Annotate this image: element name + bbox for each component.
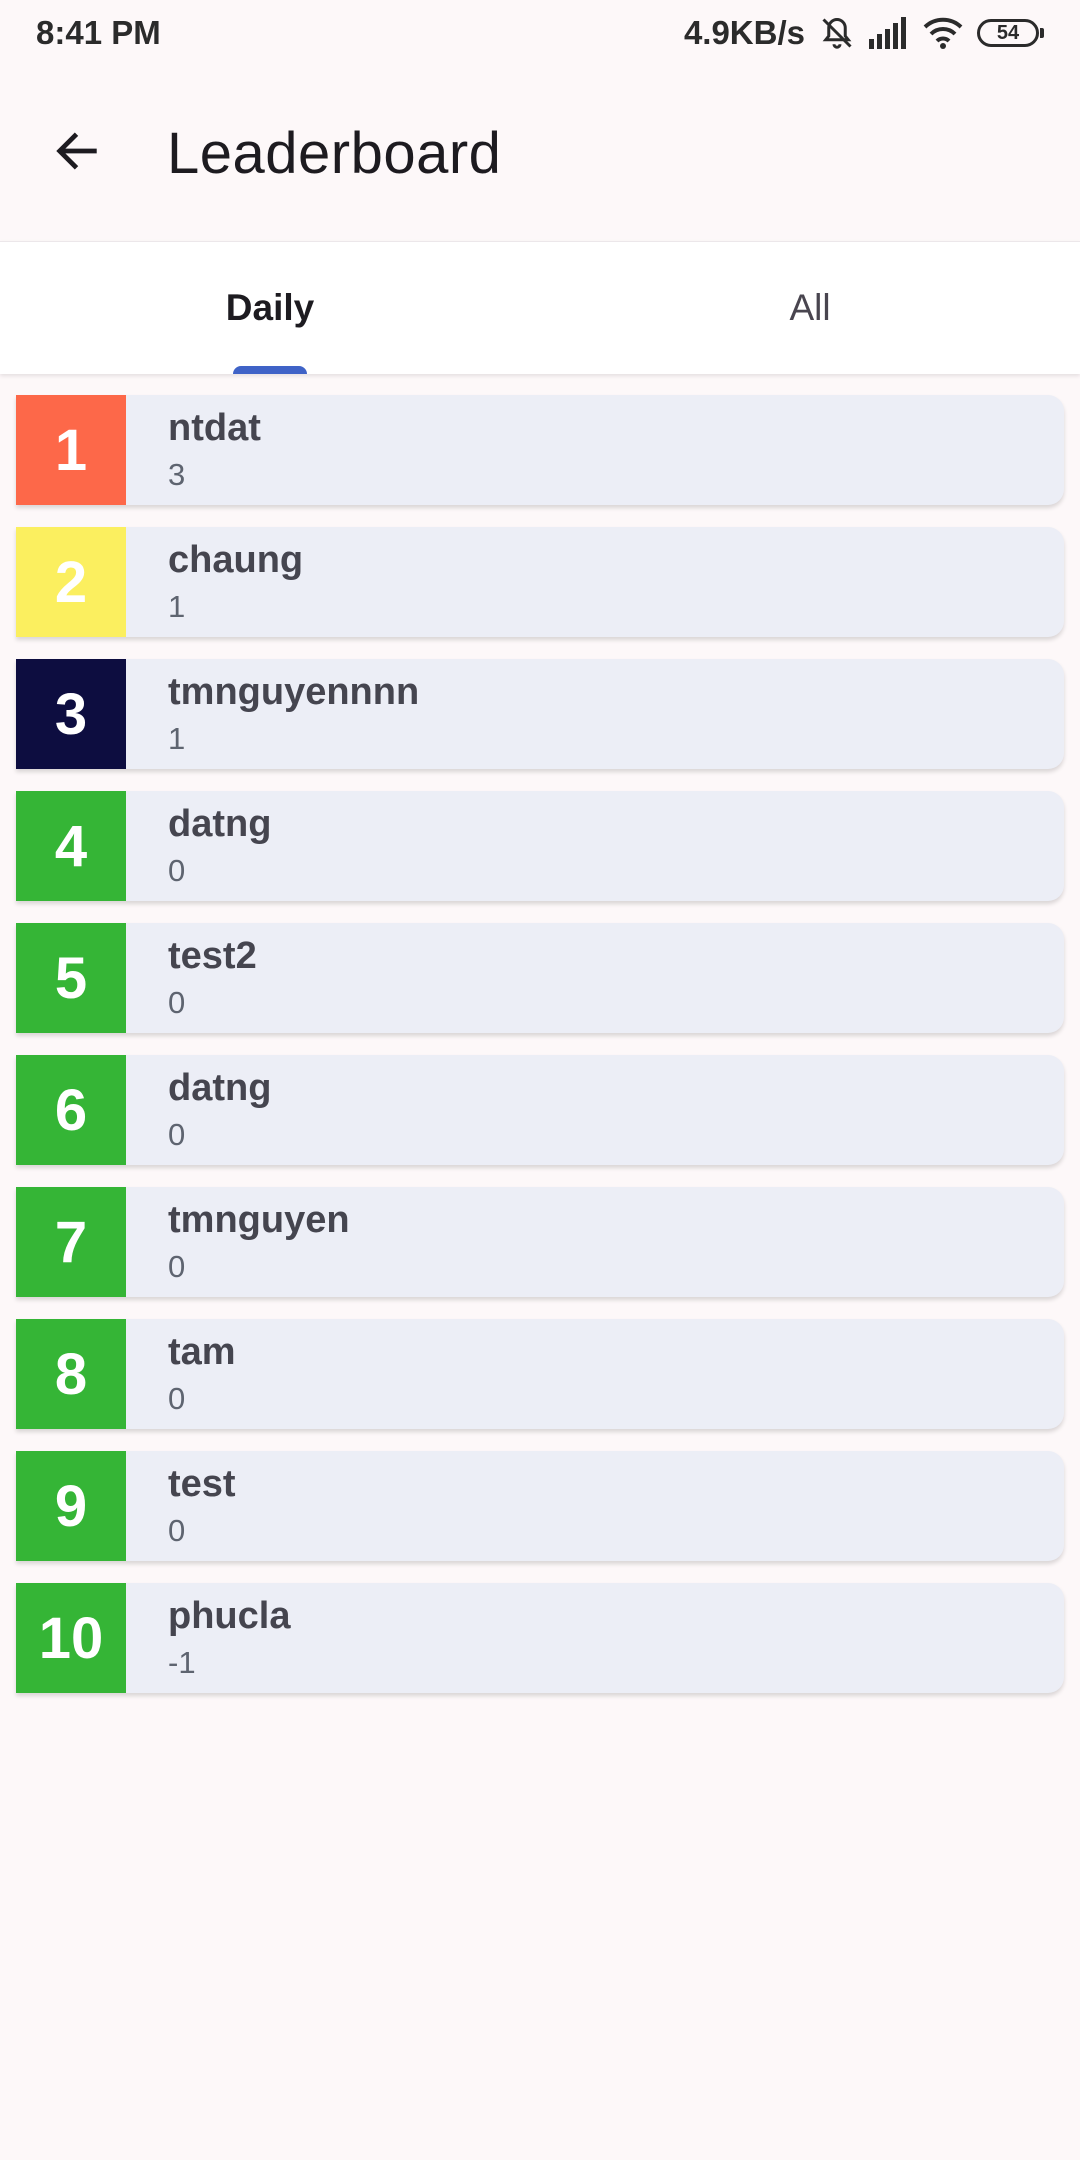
status-bar: 8:41 PM 4.9KB/s 54 <box>0 0 1080 66</box>
player-info: tmnguyen 0 <box>126 1187 350 1297</box>
player-info: ntdat 3 <box>126 395 261 505</box>
leaderboard-row[interactable]: 8 tam 0 <box>16 1319 1064 1429</box>
leaderboard-row[interactable]: 3 tmnguyennnn 1 <box>16 659 1064 769</box>
player-name: phucla <box>168 1595 291 1637</box>
player-name: test <box>168 1463 236 1505</box>
status-time: 8:41 PM <box>36 14 161 51</box>
player-score: 0 <box>168 853 186 888</box>
player-info: datng 0 <box>126 791 271 901</box>
status-icons: 4.9KB/s 54 <box>684 14 1044 52</box>
player-info: tam 0 <box>126 1319 236 1429</box>
leaderboard-list: 1 ntdat 3 2 chaung 1 3 tmnguyennnn 1 4 d… <box>16 395 1064 1715</box>
rank-badge: 7 <box>16 1187 126 1297</box>
leaderboard-row[interactable]: 5 test2 0 <box>16 923 1064 1033</box>
player-info: tmnguyennnn 1 <box>126 659 419 769</box>
player-name: datng <box>168 803 272 845</box>
signal-icon <box>869 17 909 49</box>
player-info: chaung 1 <box>126 527 303 637</box>
arrow-left-icon <box>51 125 103 182</box>
player-score: -1 <box>168 1645 196 1680</box>
player-name: test2 <box>168 935 257 977</box>
player-score: 3 <box>168 457 186 492</box>
player-name: tmnguyen <box>168 1199 350 1241</box>
rank-badge: 1 <box>16 395 126 505</box>
leaderboard-row[interactable]: 4 datng 0 <box>16 791 1064 901</box>
net-speed: 4.9KB/s <box>683 14 805 51</box>
tab-daily-label: Daily <box>225 287 315 328</box>
leaderboard-row[interactable]: 1 ntdat 3 <box>16 395 1064 505</box>
player-score: 0 <box>168 1249 186 1284</box>
rank-badge: 2 <box>16 527 126 637</box>
mute-bell-icon <box>819 15 855 51</box>
battery-icon: 54 <box>977 19 1044 47</box>
player-score: 1 <box>168 589 186 624</box>
player-info: test 0 <box>126 1451 236 1561</box>
rank-badge: 6 <box>16 1055 126 1165</box>
tab-indicator <box>233 366 307 374</box>
rank-badge: 8 <box>16 1319 126 1429</box>
player-score: 0 <box>168 1513 186 1548</box>
player-name: tmnguyennnn <box>168 671 420 713</box>
tab-all[interactable]: All <box>540 242 1080 374</box>
battery-level: 54 <box>977 19 1039 47</box>
player-name: datng <box>168 1067 272 1109</box>
leaderboard-row[interactable]: 7 tmnguyen 0 <box>16 1187 1064 1297</box>
tab-all-label: All <box>789 287 831 328</box>
player-score: 0 <box>168 1381 186 1416</box>
player-score: 1 <box>168 721 186 756</box>
leaderboard-row[interactable]: 2 chaung 1 <box>16 527 1064 637</box>
rank-badge: 4 <box>16 791 126 901</box>
leaderboard-row[interactable]: 9 test 0 <box>16 1451 1064 1561</box>
rank-badge: 5 <box>16 923 126 1033</box>
rank-badge: 10 <box>16 1583 126 1693</box>
back-button[interactable] <box>29 106 125 202</box>
page-title: Leaderboard <box>167 121 502 186</box>
leaderboard-row[interactable]: 10 phucla -1 <box>16 1583 1064 1693</box>
player-name: chaung <box>168 539 304 581</box>
player-score: 0 <box>168 985 186 1020</box>
leaderboard-row[interactable]: 6 datng 0 <box>16 1055 1064 1165</box>
player-info: datng 0 <box>126 1055 271 1165</box>
tab-bar: Daily All <box>0 241 1080 374</box>
player-name: tam <box>168 1331 236 1373</box>
player-info: test2 0 <box>126 923 257 1033</box>
wifi-icon <box>923 17 963 49</box>
tab-daily[interactable]: Daily <box>0 242 540 374</box>
battery-tip <box>1040 28 1044 38</box>
app-bar: Leaderboard <box>0 66 1080 241</box>
player-info: phucla -1 <box>126 1583 290 1693</box>
player-score: 0 <box>168 1117 186 1152</box>
rank-badge: 9 <box>16 1451 126 1561</box>
player-name: ntdat <box>168 407 261 449</box>
rank-badge: 3 <box>16 659 126 769</box>
